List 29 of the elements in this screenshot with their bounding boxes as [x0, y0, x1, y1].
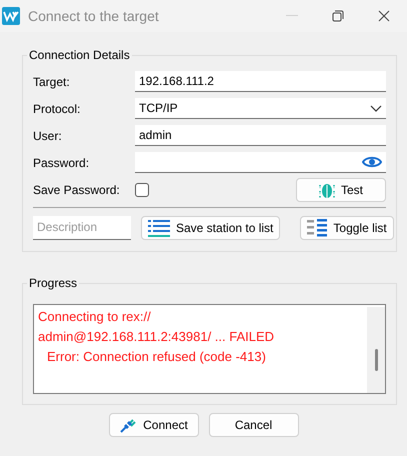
list-icon: [148, 218, 170, 236]
close-icon[interactable]: [378, 10, 390, 22]
field-label: User:: [33, 128, 63, 142]
restore-icon[interactable]: [332, 10, 344, 22]
checkbox[interactable]: [135, 182, 149, 196]
field-label: Save Password:: [33, 182, 121, 196]
log-line: Error: Connection refused (code -413): [46, 348, 267, 366]
cancel-button[interactable]: Cancel: [208, 413, 298, 437]
toggle-list-button[interactable]: Toggle list: [300, 216, 394, 240]
log-line: admin@192.168.111.2:43981/ ... FAILED: [38, 328, 276, 346]
protocol-dropdown[interactable]: TCP/IP: [135, 98, 386, 119]
toggle-list-icon: [307, 218, 328, 236]
eye-icon[interactable]: [362, 155, 382, 169]
chevron-down-icon: [370, 104, 382, 112]
group-title: Progress: [28, 276, 78, 290]
input-field[interactable]: admin: [135, 125, 386, 146]
log-line: Connecting to rex://: [38, 308, 152, 326]
scrollbar[interactable]: [367, 307, 385, 393]
password-field[interactable]: [135, 152, 386, 173]
field-label: Target:: [33, 74, 71, 88]
field-label: Password:: [33, 156, 90, 170]
group-title: Connection Details: [28, 48, 131, 62]
window-title: Connect to the target: [28, 8, 160, 24]
description-field[interactable]: Description: [33, 216, 131, 240]
input-field[interactable]: 192.168.111.2: [135, 71, 386, 92]
field-label: Protocol:: [33, 102, 82, 116]
connect-button[interactable]: Connect: [108, 413, 198, 437]
save-station-button[interactable]: Save station to list: [141, 216, 280, 240]
test-button[interactable]: Test: [296, 178, 386, 202]
